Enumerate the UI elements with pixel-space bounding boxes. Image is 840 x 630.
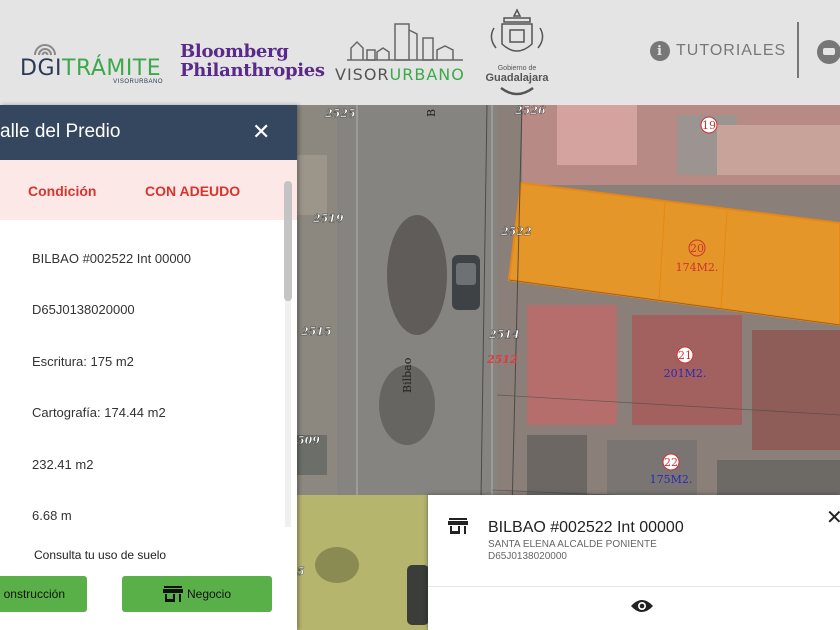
lot-area-20: 174M2. <box>676 261 719 274</box>
lot-number-20: 20 <box>690 242 704 255</box>
map-street-bilbao: Bilbao <box>401 357 414 393</box>
scrollbar-thumb[interactable] <box>284 181 292 301</box>
map-label-2526: 2526 <box>514 105 546 117</box>
wifi-icon <box>34 44 56 56</box>
digitramite-wordmark: DGITRÁMITE <box>20 56 162 81</box>
chat-icon[interactable] <box>817 40 840 64</box>
panel-close-button[interactable]: ✕ <box>252 119 270 145</box>
visorurbano-logo[interactable]: VISORURBANO <box>333 20 468 86</box>
gdl-line2: Guadalajara <box>485 72 549 84</box>
popup-close-button[interactable]: ✕ <box>826 505 840 530</box>
lot-area-22: 175M2. <box>650 473 693 486</box>
eye-icon[interactable] <box>630 598 654 614</box>
map-label-2515: 2515 <box>300 325 332 338</box>
tutoriales-label: TUTORIALES <box>676 42 787 59</box>
app-header: DGITRÁMITE VISORURBANO Bloomberg Philant… <box>0 0 840 105</box>
popup-title: BILBAO #002522 Int 00000 <box>488 519 684 536</box>
map-street-b: B <box>425 109 438 117</box>
panel-title: alle del Predio <box>0 121 121 142</box>
panel-scrollbar[interactable] <box>282 177 293 537</box>
lot-number-22: 22 <box>664 456 678 469</box>
detail-address: BILBAO #002522 Int 00000 <box>32 251 192 266</box>
detail-frente: 6.68 m <box>32 508 72 523</box>
digitramite-logo[interactable]: DGITRÁMITE VISORURBANO <box>20 40 165 88</box>
bloomberg-logo[interactable]: Bloomberg Philanthropies <box>180 41 325 81</box>
detail-list: BILBAO #002522 Int 00000 D65J0138020000 … <box>0 220 280 538</box>
map-label-2519: 2519 <box>312 212 344 225</box>
uso-suelo-text: Consulta tu uso de suelo <box>34 548 167 562</box>
condition-banner: Condición CON ADEUDO <box>0 160 297 220</box>
map-label-2522: 2522 <box>500 225 532 238</box>
detail-cartografia: Cartografía: 174.44 m2 <box>32 405 166 420</box>
bloomberg-line2: Philanthropies <box>180 60 325 81</box>
popup-clave: D65J0138020000 <box>488 551 567 562</box>
store-icon <box>448 518 468 534</box>
info-icon: i <box>650 41 670 61</box>
lot-number-21: 21 <box>678 349 692 362</box>
city-skyline-icon <box>347 23 463 61</box>
guadalajara-logo[interactable]: Gobierno de Guadalajara <box>484 8 550 98</box>
construccion-button[interactable]: onstrucción <box>0 576 87 612</box>
property-popup: BILBAO #002522 Int 00000 SANTA ELENA ALC… <box>428 495 840 630</box>
map-label-2512: 2512 <box>486 353 518 366</box>
detail-escritura: Escritura: 175 m2 <box>32 354 134 369</box>
header-divider <box>797 22 799 78</box>
gdl-line1: Gobierno de <box>497 65 537 72</box>
gdl-smile-icon <box>500 86 534 96</box>
map-label-5: 5 <box>297 565 305 578</box>
negocio-button[interactable]: Negocio <box>122 576 272 612</box>
map-label-2514: 2514 <box>488 328 520 341</box>
lot-area-21: 201M2. <box>664 367 707 380</box>
detail-construccion-area: 232.41 m2 <box>32 457 94 472</box>
lot-number-19: 19 <box>702 119 716 132</box>
map-label-2525: 2525 <box>324 107 356 120</box>
condition-label: Condición <box>28 183 97 199</box>
detail-clave: D65J0138020000 <box>32 302 135 317</box>
popup-divider <box>428 586 840 587</box>
condition-value: CON ADEUDO <box>145 183 241 199</box>
detail-panel: alle del Predio ✕ Condición CON ADEUDO B… <box>0 105 297 630</box>
map-label-509: 509 <box>297 434 320 447</box>
tutoriales-link[interactable]: i TUTORIALES <box>650 40 786 62</box>
visorurbano-wordmark: VISORURBANO <box>335 65 465 84</box>
bloomberg-line1: Bloomberg <box>180 41 289 62</box>
store-icon <box>162 586 183 602</box>
popup-colonia: SANTA ELENA ALCALDE PONIENTE <box>488 539 657 550</box>
panel-header: alle del Predio ✕ <box>0 105 297 160</box>
guadalajara-crest-icon <box>490 8 544 52</box>
digitramite-sub: VISORURBANO <box>113 79 163 85</box>
